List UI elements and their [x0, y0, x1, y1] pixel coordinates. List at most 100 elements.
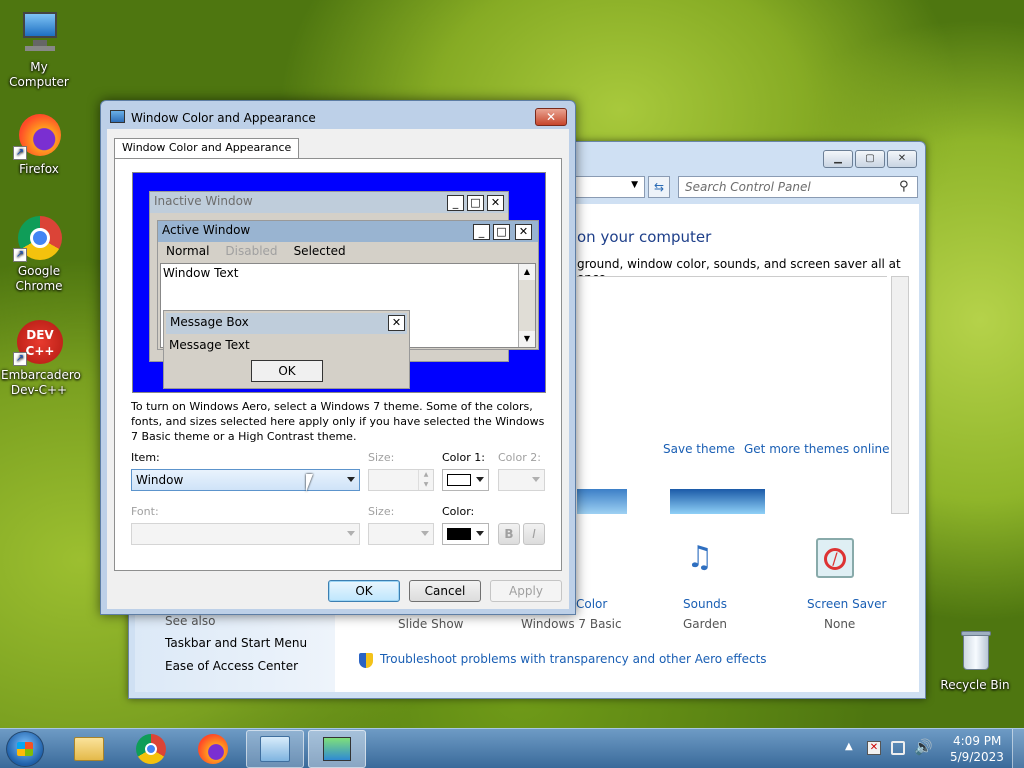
tab-panel: Inactive Window _ □ ✕ Active Window _ □ …: [114, 158, 562, 571]
close-button[interactable]: ✕: [887, 150, 917, 168]
apply-button[interactable]: Apply: [490, 580, 562, 602]
taskbar-window-color[interactable]: [308, 730, 366, 768]
minimize-button[interactable]: ▁: [823, 150, 853, 168]
msgbox-ok-button: OK: [251, 360, 323, 382]
chevron-down-icon: [347, 531, 355, 536]
themes-scrollbar[interactable]: [891, 276, 909, 514]
theme-thumbnail[interactable]: [577, 489, 627, 514]
message-box-preview: Message Box ✕ Message Text OK: [163, 310, 410, 389]
window-color-dialog[interactable]: Window Color and Appearance ✕ Window Col…: [100, 100, 576, 615]
maximize-icon: □: [493, 224, 510, 240]
msgbox-title: Message Box: [166, 313, 407, 334]
menu-selected: Selected: [293, 244, 346, 258]
font-select[interactable]: [131, 523, 360, 545]
color-label: Color:: [442, 505, 475, 518]
color1-label: Color 1:: [442, 451, 485, 464]
taskbar-chrome[interactable]: [122, 730, 180, 768]
window-color-value: Windows 7 Basic: [521, 617, 622, 631]
preview-menu-bar: Normal Disabled Selected: [160, 244, 346, 261]
ok-button[interactable]: OK: [328, 580, 400, 602]
clock-date[interactable]: 5/9/2023: [950, 750, 1004, 764]
close-icon[interactable]: ✕: [535, 108, 567, 126]
size2-select[interactable]: [368, 523, 434, 545]
color2-label: Color 2:: [498, 451, 541, 464]
desktop-icon-label: Firefox: [19, 162, 59, 176]
theme-thumbnail[interactable]: [670, 489, 765, 514]
troubleshoot-link[interactable]: Troubleshoot problems with transparency …: [380, 652, 767, 666]
refresh-icon[interactable]: ⇆: [648, 176, 670, 198]
size1-label: Size:: [368, 451, 395, 464]
mouse-cursor-icon: [306, 474, 313, 492]
action-center-icon[interactable]: ✕: [867, 741, 881, 755]
desktop-icon-label: My Computer: [9, 60, 69, 89]
taskbar: ▲ ✕ 🔊 4:09 PM 5/9/2023: [0, 728, 1024, 768]
sounds-value: Garden: [683, 617, 727, 631]
color1-picker[interactable]: [442, 469, 489, 491]
desktop-icon-devcpp[interactable]: DEV C++ ↗ Embarcadero Dev-C++: [1, 318, 81, 398]
chevron-down-icon: [347, 477, 355, 482]
get-more-themes-link[interactable]: Get more themes online: [744, 442, 890, 456]
link-taskbar[interactable]: Taskbar and Start Menu: [165, 636, 307, 650]
shortcut-arrow-icon: ↗: [13, 352, 27, 366]
font-color-picker[interactable]: [442, 523, 489, 545]
show-hidden-icons-button[interactable]: ▲: [845, 741, 853, 752]
menu-disabled: Disabled: [225, 244, 278, 258]
search-input[interactable]: Search Control Panel: [678, 176, 918, 198]
desktop-icon-chrome[interactable]: ↗ Google Chrome: [1, 214, 77, 294]
windows-logo-icon: [17, 742, 33, 756]
cancel-button[interactable]: Cancel: [409, 580, 481, 602]
chrome-icon: [136, 734, 166, 764]
bold-button[interactable]: B: [498, 523, 520, 545]
description-text: To turn on Windows Aero, select a Window…: [131, 400, 545, 443]
taskbar-firefox[interactable]: [184, 730, 242, 768]
close-icon: ✕: [515, 224, 532, 240]
network-icon[interactable]: [891, 741, 905, 755]
color2-picker[interactable]: [498, 469, 545, 491]
screen-saver-link[interactable]: Screen Saver: [807, 597, 886, 611]
preview-scrollbar: ▲ ▼: [518, 264, 535, 347]
size2-label: Size:: [368, 505, 395, 518]
window-text: Window Text: [163, 266, 239, 280]
menu-normal: Normal: [166, 244, 210, 258]
show-desktop-button[interactable]: [1012, 729, 1024, 768]
spinner-arrows-icon: ▲ ▼: [418, 470, 433, 490]
taskbar-explorer[interactable]: [60, 730, 118, 768]
chevron-down-icon: [532, 477, 540, 482]
sounds-icon: ♫: [686, 540, 714, 575]
clock-time[interactable]: 4:09 PM: [953, 734, 1001, 748]
link-ease-of-access[interactable]: Ease of Access Center: [165, 659, 298, 673]
item-label: Item:: [131, 451, 160, 464]
window-color-icon: [323, 737, 351, 761]
minimize-icon: _: [473, 224, 490, 240]
screen-saver-icon: /: [816, 538, 854, 578]
address-bar[interactable]: ▼: [575, 176, 645, 198]
shortcut-arrow-icon: ↗: [13, 248, 27, 262]
computer-icon: [15, 10, 63, 58]
desktop-icon-firefox[interactable]: ↗ Firefox: [1, 112, 77, 177]
size1-spinner[interactable]: ▲ ▼: [368, 469, 434, 491]
window-color-link[interactable]: Color: [576, 597, 607, 611]
font-label: Font:: [131, 505, 159, 518]
close-icon: ✕: [388, 315, 405, 331]
shield-icon: [359, 653, 373, 668]
desktop-icon-label: Google Chrome: [15, 264, 63, 293]
desktop-icon-recycle-bin[interactable]: Recycle Bin: [937, 628, 1013, 693]
maximize-button[interactable]: ▢: [855, 150, 885, 168]
themes-list: [577, 276, 887, 514]
italic-button[interactable]: I: [523, 523, 545, 545]
sounds-link[interactable]: Sounds: [683, 597, 727, 611]
search-icon: ⚲: [899, 179, 909, 194]
save-theme-link[interactable]: Save theme: [663, 442, 735, 456]
screen-saver-value: None: [824, 617, 856, 631]
firefox-icon: [198, 734, 228, 764]
desktop-icon-my-computer[interactable]: My Computer: [1, 10, 77, 90]
maximize-icon: □: [467, 195, 484, 211]
volume-icon[interactable]: 🔊: [914, 738, 933, 756]
color1-swatch: [447, 474, 471, 486]
item-select[interactable]: Window: [131, 469, 360, 491]
shortcut-arrow-icon: ↗: [13, 146, 27, 160]
start-button[interactable]: [6, 731, 44, 767]
tab-window-color[interactable]: Window Color and Appearance: [114, 138, 300, 159]
close-icon: ✕: [487, 195, 504, 211]
taskbar-control-panel[interactable]: [246, 730, 304, 768]
